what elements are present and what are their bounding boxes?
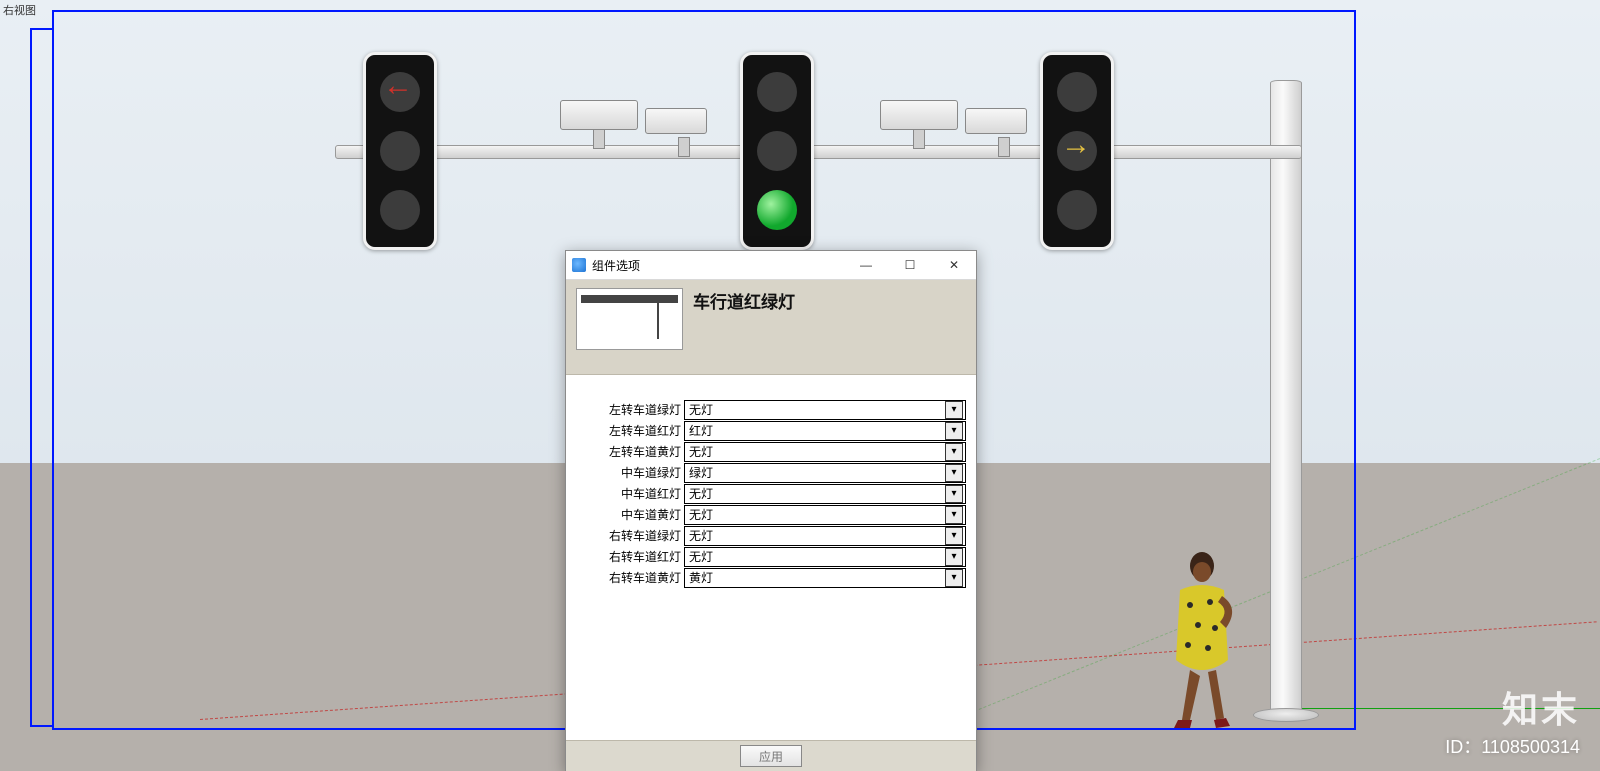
lamp-right-yellow-arrow — [1057, 131, 1097, 171]
chevron-down-icon[interactable]: ▾ — [945, 506, 963, 524]
dialog-titlebar[interactable]: 组件选项 — ☐ ✕ — [566, 251, 976, 280]
option-row: 左转车道绿灯无灯 ▾ — [576, 399, 966, 420]
option-row: 中车道红灯无灯 ▾ — [576, 483, 966, 504]
option-dropdown[interactable]: 无灯 ▾ — [684, 505, 966, 525]
option-value: 无灯 — [689, 548, 713, 565]
option-value: 无灯 — [689, 401, 713, 418]
option-dropdown[interactable]: 黄灯 ▾ — [684, 568, 966, 588]
lamp-off — [1057, 72, 1097, 112]
chevron-down-icon[interactable]: ▾ — [945, 485, 963, 503]
option-value: 无灯 — [689, 527, 713, 544]
option-label: 中车道绿灯 — [576, 464, 684, 481]
option-value: 无灯 — [689, 485, 713, 502]
option-label: 左转车道红灯 — [576, 422, 684, 439]
option-value: 绿灯 — [689, 464, 713, 481]
lamp-middle-green — [757, 190, 797, 230]
chevron-down-icon[interactable]: ▾ — [945, 401, 963, 419]
apply-button[interactable]: 应用 — [740, 745, 802, 767]
option-row: 右转车道绿灯无灯 ▾ — [576, 525, 966, 546]
chevron-down-icon[interactable]: ▾ — [945, 443, 963, 461]
lamp-off — [380, 190, 420, 230]
camera-icon[interactable] — [645, 108, 707, 134]
close-button[interactable]: ✕ — [932, 251, 976, 279]
option-row: 左转车道黄灯无灯 ▾ — [576, 441, 966, 462]
option-dropdown[interactable]: 红灯 ▾ — [684, 421, 966, 441]
lamp-off — [757, 72, 797, 112]
dialog-header: 车行道红绿灯 — [566, 280, 976, 375]
option-label: 中车道黄灯 — [576, 506, 684, 523]
option-row: 右转车道红灯无灯 ▾ — [576, 546, 966, 567]
chevron-down-icon[interactable]: ▾ — [945, 422, 963, 440]
sketchup-icon — [572, 258, 586, 272]
watermark-id: ID：1108500314 — [1445, 733, 1580, 759]
camera-icon[interactable] — [880, 100, 958, 130]
watermark-brand: 知末 — [1502, 681, 1580, 733]
chevron-down-icon[interactable]: ▾ — [945, 464, 963, 482]
maximize-button[interactable]: ☐ — [888, 251, 932, 279]
option-dropdown[interactable]: 无灯 ▾ — [684, 442, 966, 462]
option-label: 左转车道绿灯 — [576, 401, 684, 418]
minimize-button[interactable]: — — [844, 251, 888, 279]
option-label: 右转车道黄灯 — [576, 569, 684, 586]
option-row: 右转车道黄灯黄灯 ▾ — [576, 567, 966, 588]
selection-bounding-box-depth — [30, 28, 54, 727]
signal-arm[interactable] — [335, 145, 1302, 159]
lamp-left-red-arrow — [380, 72, 420, 112]
traffic-light-middle[interactable] — [740, 52, 814, 250]
option-dropdown[interactable]: 绿灯 ▾ — [684, 463, 966, 483]
lamp-off — [757, 131, 797, 171]
option-row: 中车道黄灯无灯 ▾ — [576, 504, 966, 525]
option-value: 无灯 — [689, 506, 713, 523]
signal-pole[interactable] — [1270, 80, 1302, 717]
signal-pole-base — [1253, 708, 1319, 722]
option-dropdown[interactable]: 无灯 ▾ — [684, 526, 966, 546]
chevron-down-icon[interactable]: ▾ — [945, 548, 963, 566]
option-dropdown[interactable]: 无灯 ▾ — [684, 400, 966, 420]
chevron-down-icon[interactable]: ▾ — [945, 569, 963, 587]
option-value: 无灯 — [689, 443, 713, 460]
component-title: 车行道红绿灯 — [693, 288, 795, 313]
option-row: 中车道绿灯绿灯 ▾ — [576, 462, 966, 483]
option-dropdown[interactable]: 无灯 ▾ — [684, 547, 966, 567]
option-label: 左转车道黄灯 — [576, 443, 684, 460]
option-row: 左转车道红灯红灯 ▾ — [576, 420, 966, 441]
option-label: 右转车道红灯 — [576, 548, 684, 565]
lamp-off — [380, 131, 420, 171]
dialog-window-title: 组件选项 — [592, 257, 844, 274]
camera-icon[interactable] — [560, 100, 638, 130]
option-value: 黄灯 — [689, 569, 713, 586]
traffic-light-left[interactable] — [363, 52, 437, 250]
option-value: 红灯 — [689, 422, 713, 439]
dialog-footer: 应用 — [566, 740, 976, 771]
option-label: 右转车道绿灯 — [576, 527, 684, 544]
component-options-dialog[interactable]: 组件选项 — ☐ ✕ 车行道红绿灯 左转车道绿灯无灯▾左转车道红灯红灯▾左转车道… — [565, 250, 977, 771]
option-dropdown[interactable]: 无灯 ▾ — [684, 484, 966, 504]
dialog-body: 左转车道绿灯无灯▾左转车道红灯红灯▾左转车道黄灯无灯▾中车道绿灯绿灯▾中车道红灯… — [566, 375, 976, 740]
traffic-light-right[interactable] — [1040, 52, 1114, 250]
option-label: 中车道红灯 — [576, 485, 684, 502]
chevron-down-icon[interactable]: ▾ — [945, 527, 963, 545]
lamp-off — [1057, 190, 1097, 230]
view-label: 右视图 — [3, 2, 36, 18]
scale-figure-person[interactable] — [1160, 550, 1250, 735]
component-thumbnail — [576, 288, 683, 350]
camera-icon[interactable] — [965, 108, 1027, 134]
